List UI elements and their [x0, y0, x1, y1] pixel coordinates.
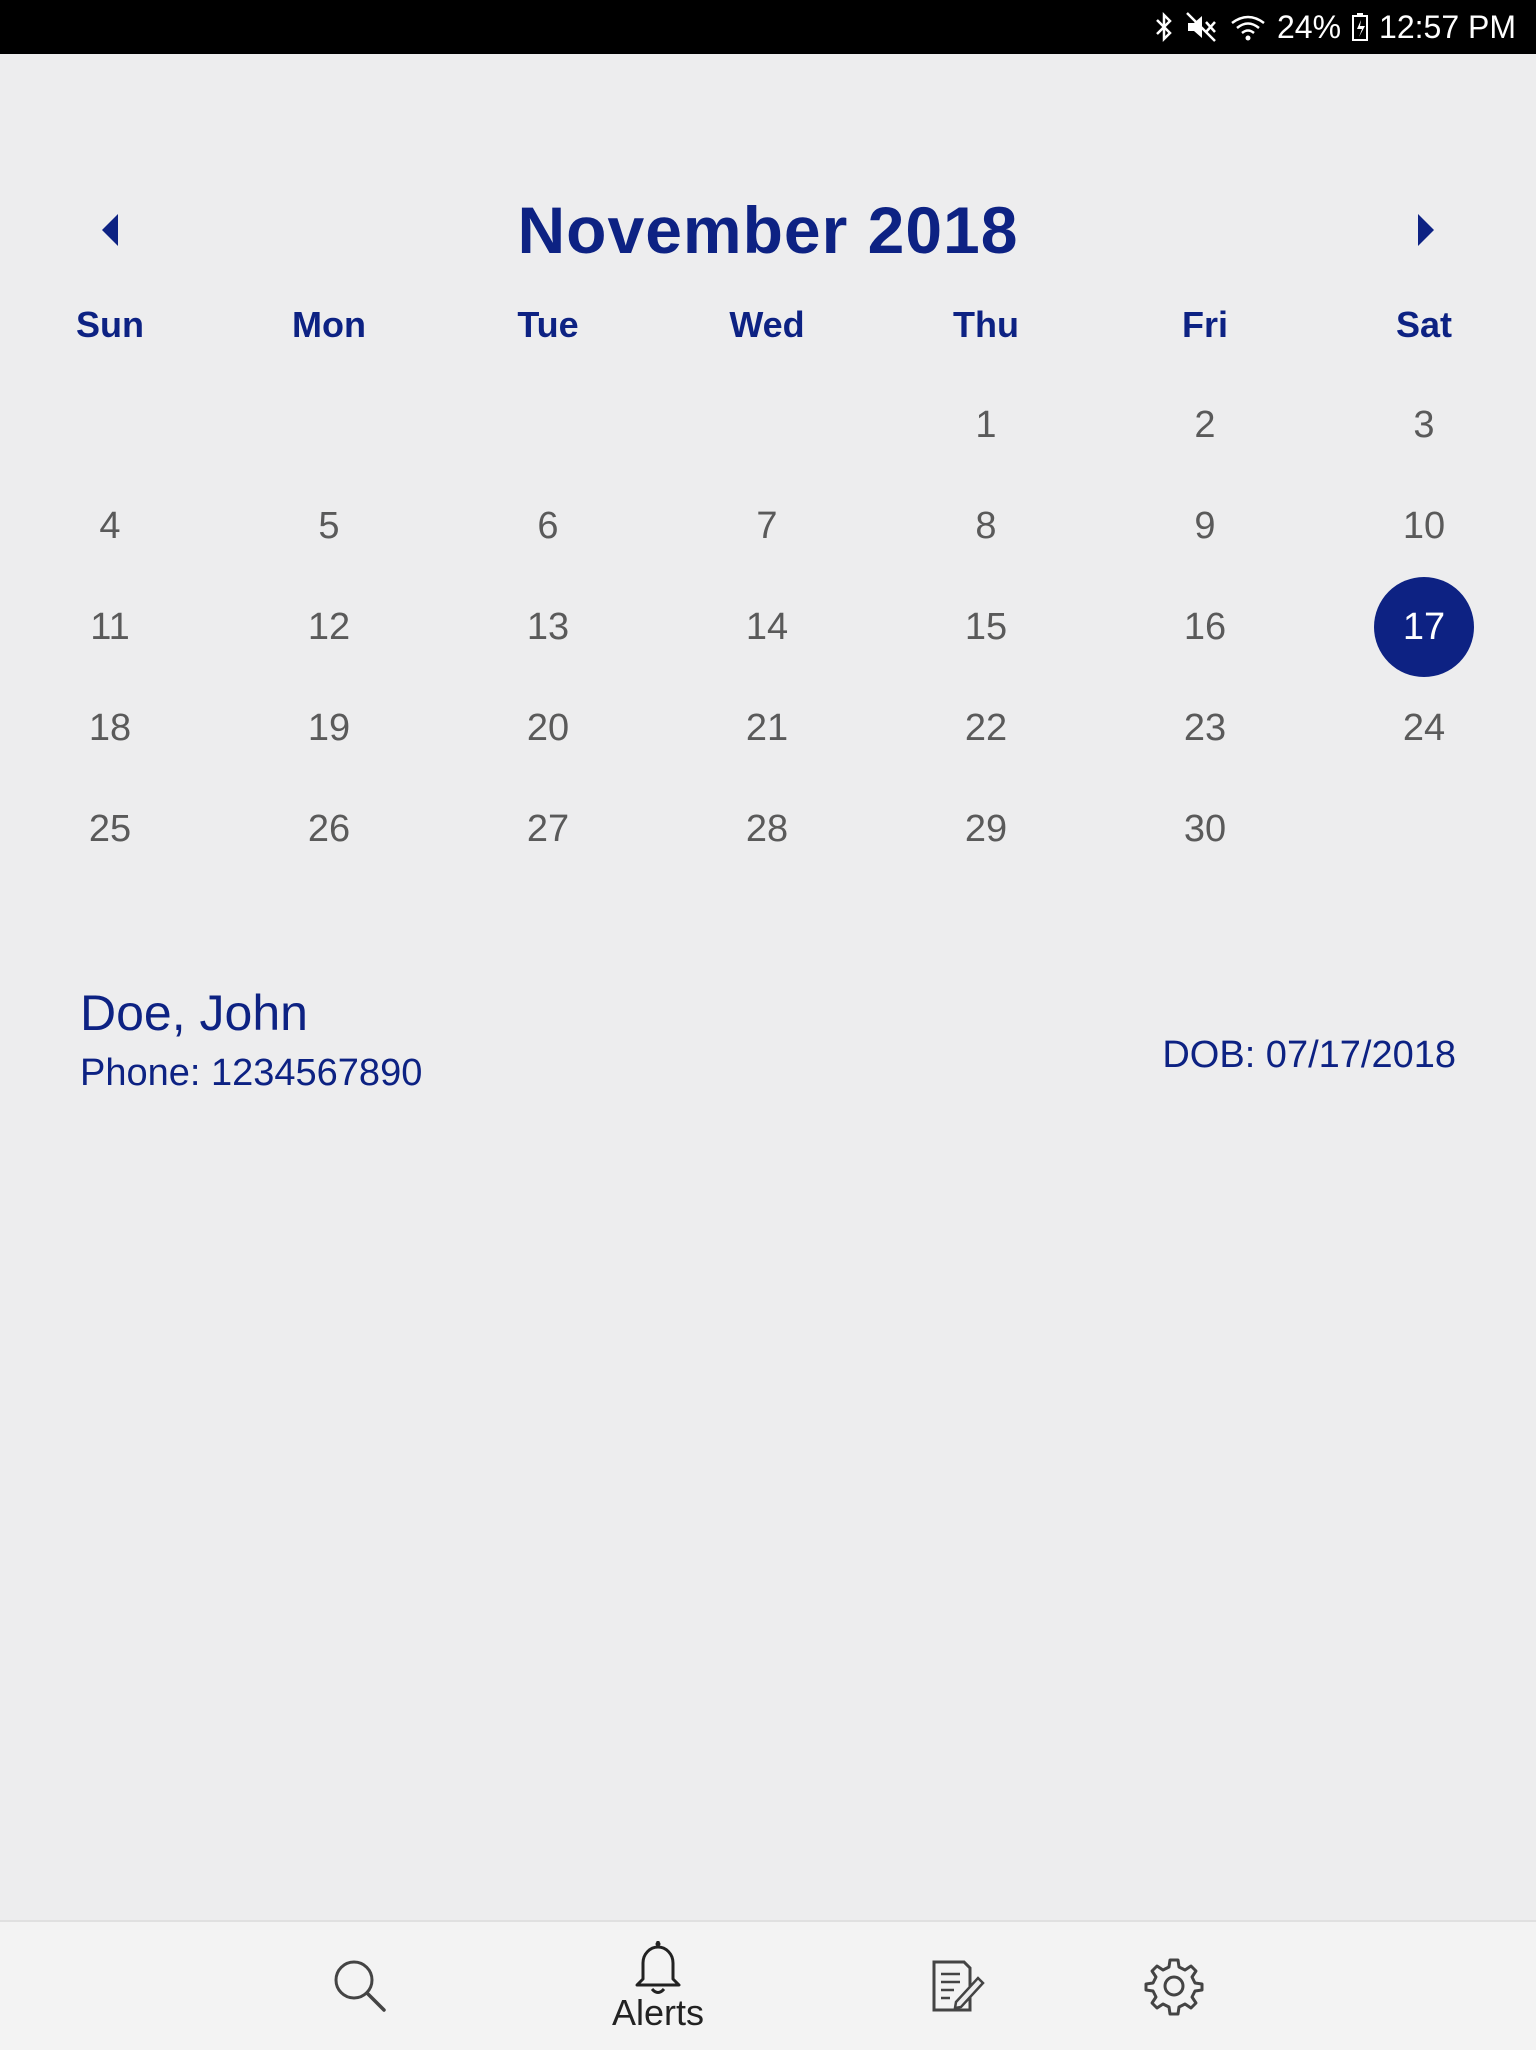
calendar-day[interactable]: 2 — [1155, 375, 1255, 475]
calendar-day[interactable]: 5 — [279, 476, 379, 576]
weekday-fri: Fri — [1181, 304, 1228, 345]
clock: 12:57 PM — [1379, 8, 1516, 45]
bell-icon — [635, 1941, 681, 1994]
calendar-day[interactable]: 10 — [1374, 476, 1474, 576]
calendar-day[interactable]: 20 — [498, 678, 598, 778]
calendar-day[interactable]: 30 — [1155, 779, 1255, 879]
calendar-day[interactable]: 18 — [60, 678, 160, 778]
calendar-day[interactable]: 27 — [498, 779, 598, 879]
next-month-button[interactable] — [1396, 200, 1456, 260]
calendar-day[interactable]: 15 — [936, 577, 1036, 677]
calendar-day[interactable]: 24 — [1374, 678, 1474, 778]
calendar-day[interactable]: 7 — [717, 476, 817, 576]
calendar-day[interactable]: 25 — [60, 779, 160, 879]
mute-icon — [1185, 11, 1219, 43]
bottom-navigation: Alerts — [0, 1920, 1536, 2050]
weekday-thu: Thu — [953, 304, 1019, 345]
patient-dob: DOB: 07/17/2018 — [1162, 1034, 1456, 1076]
wifi-icon — [1229, 11, 1267, 43]
status-icons: 24% 12:57 PM — [1153, 0, 1516, 54]
calendar-day[interactable]: 3 — [1374, 375, 1474, 475]
patient-name: Doe, John — [80, 985, 308, 1041]
weekday-tue: Tue — [517, 304, 579, 345]
weekday-wed: Wed — [729, 304, 805, 345]
calendar-day[interactable]: 22 — [936, 678, 1036, 778]
calendar-day[interactable]: 9 — [1155, 476, 1255, 576]
calendar-day[interactable]: 8 — [936, 476, 1036, 576]
triangle-right-icon — [1418, 214, 1434, 246]
nav-alerts-label: Alerts — [611, 1992, 705, 2033]
patient-phone: Phone: 1234567890 — [80, 1052, 423, 1094]
calendar-day[interactable]: 4 — [60, 476, 160, 576]
weekday-sun: Sun — [76, 304, 144, 345]
calendar-header: November 2018 — [0, 185, 1536, 275]
nav-settings[interactable] — [1094, 1922, 1254, 2050]
nav-alerts[interactable]: Alerts — [578, 1922, 738, 2050]
gear-icon — [1144, 1958, 1204, 2016]
battery-percent: 24% — [1276, 8, 1342, 45]
month-title: November 2018 — [517, 193, 1019, 267]
battery-icon — [1351, 12, 1369, 42]
calendar-day[interactable]: 21 — [717, 678, 817, 778]
calendar-day[interactable]: 23 — [1155, 678, 1255, 778]
calendar-day[interactable]: 6 — [498, 476, 598, 576]
calendar-day-selected[interactable]: 17 — [1374, 577, 1474, 677]
calendar-day[interactable]: 11 — [60, 577, 160, 677]
notes-icon — [932, 1960, 985, 2012]
weekday-mon: Mon — [292, 304, 366, 345]
calendar-day[interactable]: 29 — [936, 779, 1036, 879]
weekday-sat: Sat — [1395, 304, 1453, 345]
weekday-header-row: Sun Mon Tue Wed Thu Fri Sat — [0, 300, 1536, 350]
calendar-day[interactable]: 14 — [717, 577, 817, 677]
bluetooth-icon — [1153, 11, 1175, 43]
patient-info: Doe, John Phone: 1234567890 — [80, 980, 422, 1098]
calendar-day[interactable]: 16 — [1155, 577, 1255, 677]
nav-search[interactable] — [280, 1922, 440, 2050]
calendar-day[interactable]: 28 — [717, 779, 817, 879]
calendar-day[interactable]: 26 — [279, 779, 379, 879]
calendar-day[interactable]: 19 — [279, 678, 379, 778]
calendar-day[interactable]: 13 — [498, 577, 598, 677]
nav-notes[interactable] — [876, 1922, 1036, 2050]
status-bar: 24% 12:57 PM — [0, 0, 1536, 54]
calendar-day[interactable]: 1 — [936, 375, 1036, 475]
search-icon — [334, 1960, 386, 2012]
calendar-day[interactable]: 12 — [279, 577, 379, 677]
